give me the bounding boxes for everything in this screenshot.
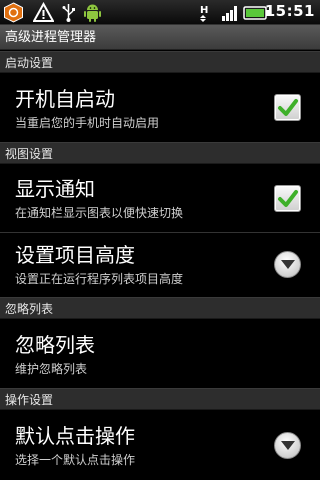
section-header-label: 操作设置 — [5, 393, 54, 407]
item-height-dropdown[interactable] — [274, 251, 301, 278]
status-bar: H 15:51 — [0, 0, 320, 25]
section-header-view: 视图设置 — [0, 142, 320, 164]
pref-title: 默认点击操作 — [15, 424, 135, 448]
section-header-label: 忽略列表 — [5, 302, 54, 316]
section-header-startup: 启动设置 — [0, 51, 320, 73]
checkmark-icon — [278, 99, 298, 116]
pref-summary: 当重启您的手机时自动启用 — [15, 116, 160, 130]
signal-icon — [220, 2, 241, 23]
pref-summary: 设置正在运行程序列表项目高度 — [15, 272, 184, 286]
pref-item-height[interactable]: 设置项目高度 设置正在运行程序列表项目高度 — [0, 233, 320, 297]
pref-title: 忽略列表 — [15, 333, 95, 357]
show-notification-checkbox[interactable] — [274, 185, 301, 212]
pref-summary: 在通知栏显示图表以便快速切换 — [15, 206, 184, 220]
usb-icon — [58, 2, 79, 23]
pref-default-click-action[interactable]: 默认点击操作 选择一个默认点击操作 — [0, 411, 320, 480]
section-header-label: 启动设置 — [5, 56, 54, 70]
pref-summary: 选择一个默认点击操作 — [15, 453, 136, 467]
chevron-down-icon — [281, 441, 295, 450]
android-icon — [82, 2, 103, 23]
autostart-checkbox[interactable] — [274, 94, 301, 121]
warning-icon — [32, 1, 55, 23]
pref-autostart[interactable]: 开机自启动 当重启您的手机时自动启用 — [0, 74, 320, 142]
section-header-ignore: 忽略列表 — [0, 297, 320, 319]
pref-title: 显示通知 — [15, 177, 95, 201]
default-click-action-dropdown[interactable] — [274, 432, 301, 459]
app-title-bar: 高级进程管理器 — [0, 25, 320, 50]
section-header-actions: 操作设置 — [0, 388, 320, 410]
svg-text:H: H — [200, 5, 208, 16]
h-network-icon: H — [197, 2, 218, 23]
chevron-down-icon — [281, 260, 295, 269]
pref-title: 设置项目高度 — [15, 243, 135, 267]
section-header-label: 视图设置 — [5, 147, 54, 161]
app-notification-icon — [3, 2, 24, 23]
pref-show-notification[interactable]: 显示通知 在通知栏显示图表以便快速切换 — [0, 165, 320, 232]
status-time: 15:51 — [264, 2, 315, 20]
checkmark-icon — [278, 190, 298, 207]
pref-title: 开机自启动 — [15, 87, 115, 111]
pref-summary: 维护忽略列表 — [15, 362, 88, 376]
pref-ignore-list[interactable]: 忽略列表 维护忽略列表 — [0, 320, 320, 388]
app-title: 高级进程管理器 — [5, 30, 97, 45]
